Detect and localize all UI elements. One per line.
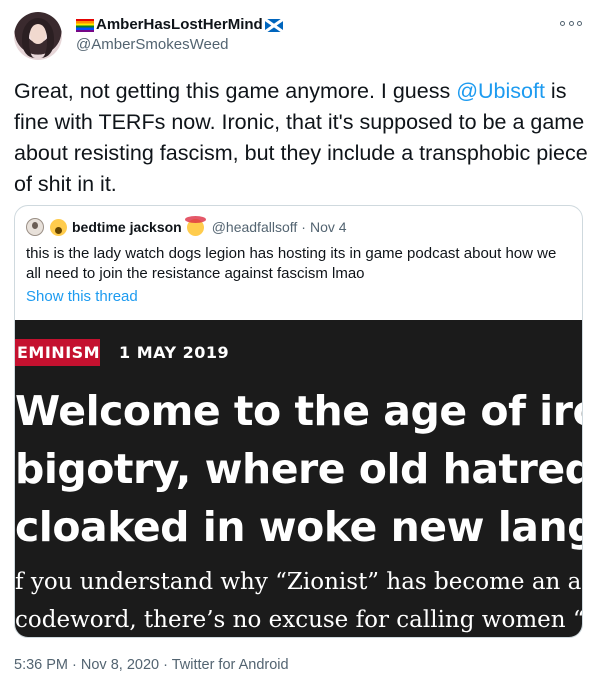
quoted-author-avatar: [26, 218, 44, 236]
headline-line: cloaked in woke new languag: [15, 503, 582, 551]
rainbow-flag-icon: [76, 18, 94, 32]
tweet-text: Great, not getting this game anymore. I …: [14, 79, 588, 196]
headline-line: Welcome to the age of ironic: [15, 387, 582, 435]
quoted-author-handle: @headfallsoff: [211, 219, 298, 235]
yawning-face-icon: [50, 218, 67, 236]
author-names[interactable]: AmberHasLostHerMind @AmberSmokesWeed: [76, 15, 283, 55]
quoted-tweet-date: Nov 4: [309, 219, 347, 235]
quoted-tweet-header: bedtime jackson @headfallsoff · Nov 4: [26, 215, 347, 236]
author-handle[interactable]: @AmberSmokesWeed: [76, 35, 283, 55]
article-standfirst: f you understand why “Zionist” has becom…: [15, 563, 583, 637]
quoted-tweet-text: this is the lady watch dogs legion has h…: [26, 245, 557, 282]
headline-line: bigotry, where old hatreds ar: [15, 445, 582, 493]
quoted-tweet-card[interactable]: bedtime jackson @headfallsoff · Nov 4 th…: [14, 205, 583, 638]
ubisoft-mention-link[interactable]: @Ubisoft: [456, 79, 545, 103]
standfirst-line: f you understand why “Zionist” has becom…: [15, 569, 582, 595]
article-section-tag: EMINISM: [15, 339, 100, 366]
show-thread-link[interactable]: Show this thread: [26, 287, 138, 307]
article-headline: Welcome to the age of ironic bigotry, wh…: [15, 382, 582, 556]
tweet-header: AmberHasLostHerMind @AmberSmokesWeed: [14, 12, 584, 62]
author-avatar[interactable]: [14, 12, 62, 60]
article-date: 1 MAY 2019: [119, 343, 230, 362]
scotland-flag-icon: [264, 18, 283, 32]
author-display-name[interactable]: AmberHasLostHerMind: [76, 15, 283, 35]
more-options-icon[interactable]: [560, 14, 582, 32]
quoted-separator: ·: [301, 219, 306, 235]
standfirst-line: codeword, there’s no excuse for calling …: [15, 607, 583, 633]
tweet-timestamp[interactable]: 5:36 PM · Nov 8, 2020 · Twitter for Andr…: [14, 655, 289, 675]
exploding-head-icon: [184, 215, 206, 236]
quoted-author-name: bedtime jackson: [72, 219, 182, 235]
quoted-tweet-image[interactable]: EMINISM 1 MAY 2019 Welcome to the age of…: [15, 320, 583, 637]
